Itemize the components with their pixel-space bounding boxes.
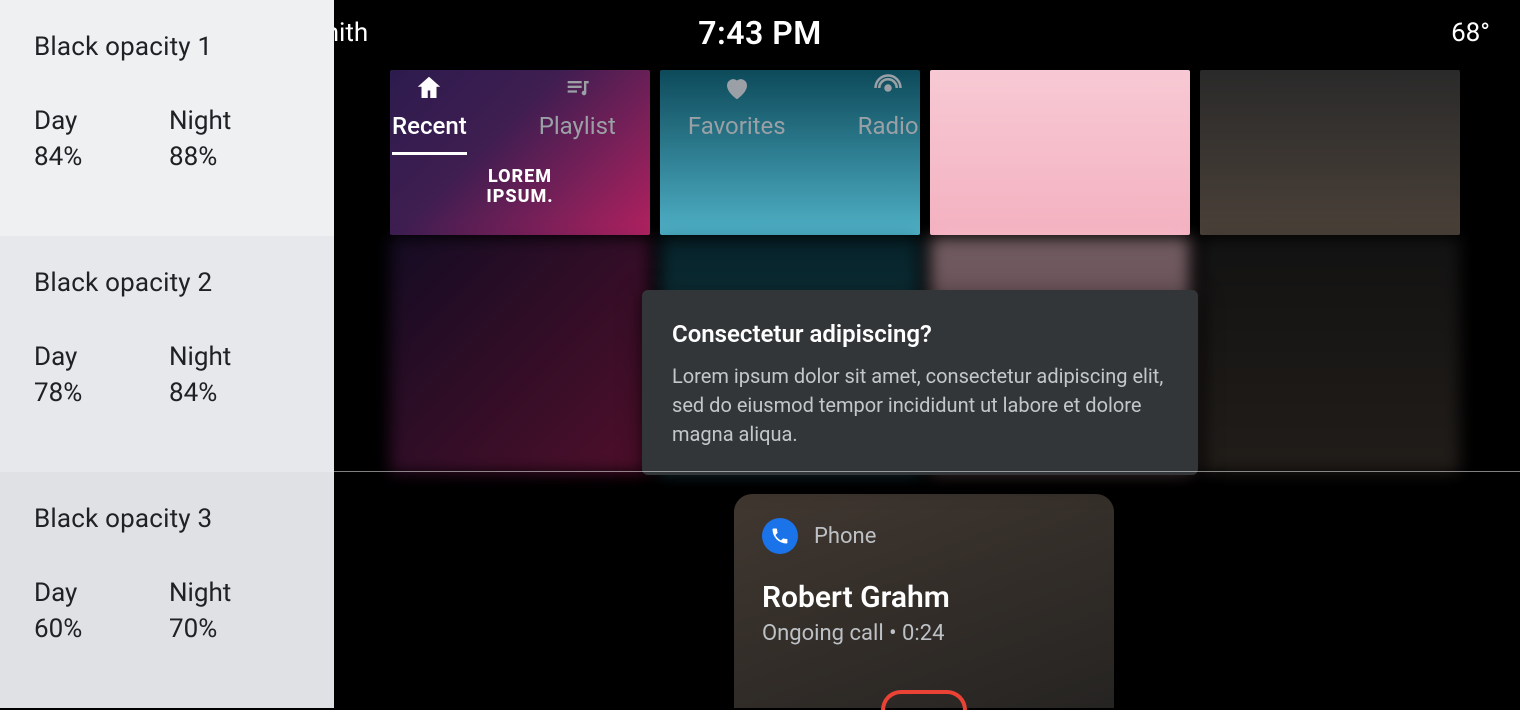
spec-3-day-label: Day <box>34 578 169 608</box>
tab-radio[interactable]: Radio <box>858 72 919 140</box>
call-status: Ongoing call • 0:24 <box>762 621 1086 646</box>
tab-playlist[interactable]: Playlist <box>539 72 616 140</box>
status-right: 68° <box>1451 18 1490 48</box>
spec-1-title: Black opacity 1 <box>34 32 304 62</box>
dialog-body: Lorem ipsum dolor sit amet, consectetur … <box>672 362 1168 449</box>
dialog-title: Consectetur adipiscing? <box>672 320 1168 348</box>
tab-favorites[interactable]: Favorites <box>688 72 786 140</box>
dialog-card[interactable]: Consectetur adipiscing? Lorem ipsum dolo… <box>642 290 1198 475</box>
spec-3-day-value: 60% <box>34 614 169 644</box>
radio-icon <box>872 72 904 104</box>
spec-1-day-value: 84% <box>34 142 169 172</box>
spec-3-night-value: 70% <box>169 614 304 644</box>
phone-call-card[interactable]: Phone Robert Grahm Ongoing call • 0:24 <box>734 494 1114 708</box>
spec-2-day-label: Day <box>34 342 169 372</box>
spec-2-day-value: 78% <box>34 378 169 408</box>
call-status-sep: • <box>884 621 902 646</box>
media-tabs: Recent Playlist Favorites Radio <box>392 72 919 155</box>
spec-2-night-label: Night <box>169 342 304 372</box>
album-tile-1-label: LOREM IPSUM. <box>486 167 553 207</box>
spec-panel: Black opacity 1 Day 84% Night 88% Black … <box>0 0 334 708</box>
tab-radio-label: Radio <box>858 112 919 140</box>
spec-2-night-value: 84% <box>169 378 304 408</box>
phone-app-label: Phone <box>814 524 876 549</box>
call-duration: 0:24 <box>902 621 944 646</box>
tab-playlist-label: Playlist <box>539 112 616 140</box>
playlist-icon <box>561 72 593 104</box>
spec-3-title: Black opacity 3 <box>34 504 304 534</box>
home-icon <box>413 72 445 104</box>
band-divider <box>334 471 1520 472</box>
spec-block-1: Black opacity 1 Day 84% Night 88% <box>0 0 334 236</box>
heart-icon <box>721 72 753 104</box>
caller-name: Robert Grahm <box>762 580 1086 615</box>
phone-card-header: Phone <box>762 518 1086 554</box>
spec-block-3: Black opacity 3 Day 60% Night 70% <box>0 472 334 708</box>
spec-2-title: Black opacity 2 <box>34 268 304 298</box>
spec-1-day-label: Day <box>34 106 169 136</box>
tab-favorites-label: Favorites <box>688 112 786 140</box>
spec-3-night-label: Night <box>169 578 304 608</box>
phone-icon <box>762 518 798 554</box>
status-temperature: 68° <box>1451 18 1490 48</box>
album-tile-4[interactable] <box>1200 70 1460 235</box>
spec-block-2: Black opacity 2 Day 78% Night 84% <box>0 236 334 472</box>
status-time: 7:43 PM <box>698 14 822 52</box>
tab-recent[interactable]: Recent <box>392 72 467 155</box>
call-status-prefix: Ongoing call <box>762 621 884 646</box>
hang-up-button[interactable] <box>881 690 967 710</box>
spec-1-night-value: 88% <box>169 142 304 172</box>
spec-1-night-label: Night <box>169 106 304 136</box>
tab-recent-label: Recent <box>392 112 467 140</box>
album-tile-3[interactable] <box>930 70 1190 235</box>
